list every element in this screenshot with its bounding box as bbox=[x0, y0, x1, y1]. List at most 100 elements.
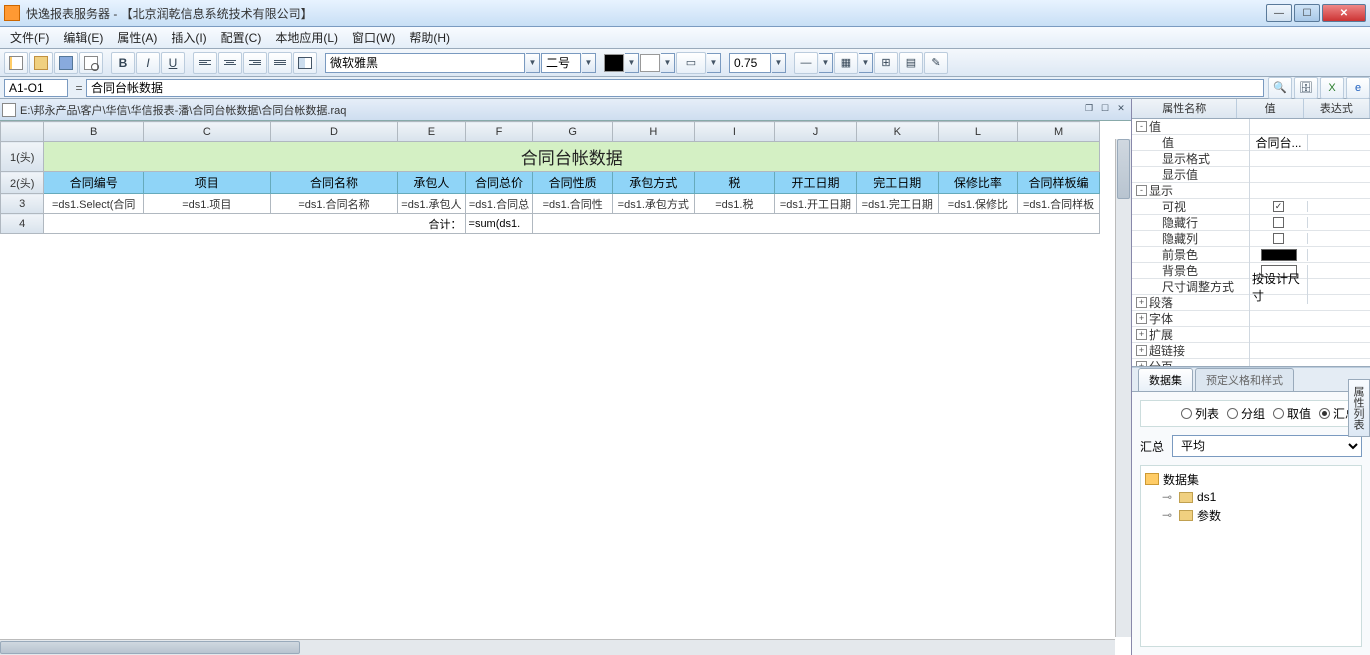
menu-help[interactable]: 帮助(H) bbox=[403, 27, 456, 48]
prop-group[interactable]: -显示 bbox=[1132, 183, 1370, 199]
hline-button[interactable]: — bbox=[794, 52, 818, 74]
backcolor-swatch[interactable] bbox=[640, 54, 660, 72]
tree-root[interactable]: 数据集 bbox=[1145, 470, 1357, 488]
header-cell[interactable]: 税 bbox=[694, 172, 774, 194]
data-cell[interactable]: =ds1.承包方式 bbox=[612, 194, 694, 214]
prop-row[interactable]: 隐藏列 bbox=[1132, 231, 1370, 247]
tab-predef[interactable]: 预定义格和样式 bbox=[1195, 368, 1294, 391]
col-header[interactable]: J bbox=[775, 122, 857, 142]
col-header[interactable]: H bbox=[612, 122, 694, 142]
row-header[interactable]: 1(头) bbox=[1, 142, 44, 172]
excel-button[interactable]: X bbox=[1320, 77, 1344, 99]
radio-group[interactable]: 分组 bbox=[1227, 405, 1265, 422]
spreadsheet[interactable]: B C D E F G H I J K L M 1(头) bbox=[0, 121, 1100, 234]
data-cell[interactable]: =ds1.Select(合同 bbox=[44, 194, 144, 214]
row-header[interactable]: 2(头) bbox=[1, 172, 44, 194]
tree-item[interactable]: ⊸ds1 bbox=[1145, 488, 1357, 506]
magnify-button[interactable]: 🔍 bbox=[1268, 77, 1292, 99]
scroll-thumb[interactable] bbox=[0, 641, 300, 654]
menu-local[interactable]: 本地应用(L) bbox=[269, 27, 344, 48]
forecolor-dropdown[interactable]: ▼ bbox=[625, 53, 639, 73]
forecolor-swatch[interactable] bbox=[604, 54, 624, 72]
horizontal-scrollbar[interactable] bbox=[0, 639, 1115, 655]
open-button[interactable] bbox=[29, 52, 53, 74]
font-name-dropdown[interactable]: ▼ bbox=[526, 53, 540, 73]
col-header[interactable]: I bbox=[694, 122, 774, 142]
data-cell[interactable]: =ds1.税 bbox=[694, 194, 774, 214]
doc-max-button[interactable]: ☐ bbox=[1097, 103, 1113, 117]
row-header[interactable]: 4 bbox=[1, 214, 44, 234]
font-size-input[interactable] bbox=[541, 53, 581, 73]
scroll-thumb[interactable] bbox=[1117, 139, 1130, 199]
align-center-button[interactable] bbox=[218, 52, 242, 74]
maximize-button[interactable]: ☐ bbox=[1294, 4, 1320, 22]
menu-file[interactable]: 文件(F) bbox=[4, 27, 55, 48]
hline-dropdown[interactable]: ▼ bbox=[819, 53, 833, 73]
tree-item[interactable]: ⊸参数 bbox=[1145, 506, 1357, 524]
col-header[interactable]: K bbox=[856, 122, 938, 142]
vertical-scrollbar[interactable] bbox=[1115, 139, 1131, 637]
data-cell[interactable]: =ds1.合同总 bbox=[465, 194, 533, 214]
agg-select[interactable]: 平均 bbox=[1172, 435, 1362, 457]
merge-button[interactable] bbox=[293, 52, 317, 74]
col-header[interactable]: L bbox=[938, 122, 1017, 142]
prop-group[interactable]: +分页 bbox=[1132, 359, 1370, 367]
prop-group[interactable]: +字体 bbox=[1132, 311, 1370, 327]
db-button[interactable]: 🗄 bbox=[1294, 77, 1318, 99]
save-button[interactable] bbox=[54, 52, 78, 74]
close-button[interactable]: ✕ bbox=[1322, 4, 1366, 22]
col-header[interactable]: G bbox=[533, 122, 612, 142]
prop-row[interactable]: 显示格式 bbox=[1132, 151, 1370, 167]
prop-row[interactable]: 尺寸调整方式按设计尺寸 bbox=[1132, 279, 1370, 295]
report-title-cell[interactable]: 合同台帐数据 bbox=[44, 142, 1100, 172]
header-cell[interactable]: 承包方式 bbox=[612, 172, 694, 194]
table-button[interactable]: ▤ bbox=[899, 52, 923, 74]
menu-config[interactable]: 配置(C) bbox=[215, 27, 268, 48]
col-header[interactable]: C bbox=[143, 122, 270, 142]
menu-insert[interactable]: 插入(I) bbox=[165, 27, 212, 48]
align-right-button[interactable] bbox=[243, 52, 267, 74]
menu-edit[interactable]: 编辑(E) bbox=[57, 27, 109, 48]
align-left-button[interactable] bbox=[193, 52, 217, 74]
prop-row[interactable]: 值合同台... bbox=[1132, 135, 1370, 151]
header-cell[interactable]: 合同总价 bbox=[465, 172, 533, 194]
sum-label-cell[interactable]: 合计： bbox=[44, 214, 465, 234]
col-header[interactable]: D bbox=[270, 122, 398, 142]
ie-button[interactable]: e bbox=[1346, 77, 1370, 99]
zoom-input[interactable] bbox=[729, 53, 771, 73]
minimize-button[interactable]: — bbox=[1266, 4, 1292, 22]
tab-dataset[interactable]: 数据集 bbox=[1138, 368, 1193, 391]
col-header[interactable]: E bbox=[398, 122, 465, 142]
header-cell[interactable]: 开工日期 bbox=[775, 172, 857, 194]
font-size-dropdown[interactable]: ▼ bbox=[582, 53, 596, 73]
col-header[interactable]: F bbox=[465, 122, 533, 142]
document-tab[interactable]: E:\邦永产品\客户\华信\华信报表-潘\合同台帐数据\合同台帐数据.raq ❐… bbox=[0, 99, 1131, 121]
header-cell[interactable]: 合同名称 bbox=[270, 172, 398, 194]
underline-button[interactable]: U bbox=[161, 52, 185, 74]
header-cell[interactable]: 完工日期 bbox=[856, 172, 938, 194]
menu-props[interactable]: 属性(A) bbox=[111, 27, 163, 48]
col-header[interactable]: M bbox=[1018, 122, 1100, 142]
clear-button[interactable]: ✎ bbox=[924, 52, 948, 74]
props-side-tab[interactable]: 属性列表 bbox=[1348, 379, 1370, 437]
grid4-button[interactable]: ⊞ bbox=[874, 52, 898, 74]
italic-button[interactable]: I bbox=[136, 52, 160, 74]
data-cell[interactable]: =ds1.承包人 bbox=[398, 194, 465, 214]
chart-dropdown[interactable]: ▼ bbox=[859, 53, 873, 73]
zoom-dropdown[interactable]: ▼ bbox=[772, 53, 786, 73]
header-cell[interactable]: 合同样板编 bbox=[1018, 172, 1100, 194]
doc-restore-button[interactable]: ❐ bbox=[1081, 103, 1097, 117]
prop-group[interactable]: +扩展 bbox=[1132, 327, 1370, 343]
data-cell[interactable]: =ds1.合同样板 bbox=[1018, 194, 1100, 214]
data-cell[interactable]: =ds1.项目 bbox=[143, 194, 270, 214]
dataset-tree[interactable]: 数据集 ⊸ds1 ⊸参数 bbox=[1140, 465, 1362, 647]
data-cell[interactable]: =ds1.合同性 bbox=[533, 194, 612, 214]
data-cell[interactable]: =ds1.合同名称 bbox=[270, 194, 398, 214]
row-header[interactable]: 3 bbox=[1, 194, 44, 214]
data-cell[interactable]: =ds1.完工日期 bbox=[856, 194, 938, 214]
preview-button[interactable] bbox=[79, 52, 103, 74]
prop-row[interactable]: 隐藏行 bbox=[1132, 215, 1370, 231]
header-cell[interactable]: 承包人 bbox=[398, 172, 465, 194]
border-dropdown[interactable]: ▼ bbox=[707, 53, 721, 73]
align-justify-button[interactable] bbox=[268, 52, 292, 74]
